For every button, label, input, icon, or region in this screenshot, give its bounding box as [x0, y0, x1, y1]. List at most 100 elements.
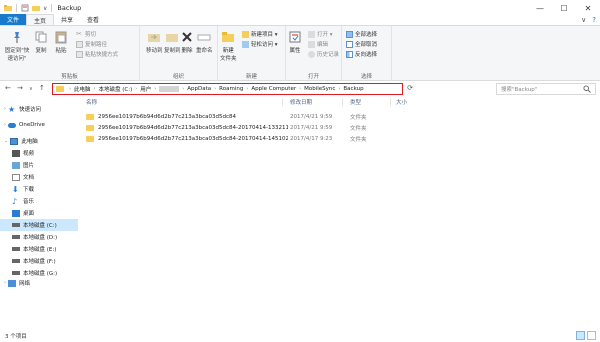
redacted-username[interactable]: [159, 86, 180, 92]
new-item-icon: [242, 30, 249, 38]
file-type: 文件夹: [350, 126, 367, 132]
nav-desktop[interactable]: 桌面: [0, 207, 78, 219]
nav-videos[interactable]: 视频: [0, 147, 78, 159]
chevron-right-icon: ›: [135, 86, 138, 92]
large-icons-view-icon[interactable]: [587, 331, 596, 340]
select-all-icon: [346, 30, 353, 38]
copy-to-button[interactable]: 复制到: [164, 30, 181, 54]
column-header-size[interactable]: 大小: [396, 97, 407, 107]
copy-path-button[interactable]: 复制路径: [76, 40, 107, 48]
back-arrow-icon[interactable]: ←: [5, 84, 11, 92]
rename-button[interactable]: 重命名: [196, 30, 213, 54]
column-divider[interactable]: [390, 98, 391, 106]
folder-icon: [4, 5, 12, 11]
open-button[interactable]: 打开 ▾: [308, 30, 333, 38]
open-group: 属性 打开 ▾ 编辑 历史记录 打开: [286, 26, 342, 82]
history-button[interactable]: 历史记录: [308, 50, 339, 58]
file-name: 2956ee10197b6b94d6d2b77c213a3bca03d5dc84…: [98, 125, 288, 131]
breadcrumb-mobilesync[interactable]: MobileSync: [304, 86, 335, 92]
nav-this-pc[interactable]: ⌄ 此电脑: [0, 135, 78, 147]
file-row[interactable]: 2956ee10197b6b94d6d2b77c213a3bca03d5dc84…: [86, 134, 426, 144]
column-divider[interactable]: [342, 98, 343, 106]
nav-drive-e[interactable]: 本地磁盘 (E:): [0, 243, 78, 255]
copy-button[interactable]: 复制: [34, 30, 48, 54]
select-none-button[interactable]: 全部取消: [346, 40, 377, 48]
column-header-type[interactable]: 类型: [350, 97, 361, 107]
details-view-icon[interactable]: [576, 331, 585, 340]
search-input[interactable]: 搜索"Backup": [496, 83, 596, 95]
chevron-right-icon[interactable]: ›: [4, 106, 6, 112]
file-row[interactable]: 2956ee10197b6b94d6d2b77c213a3bca03d5dc84…: [86, 112, 426, 122]
window-title: Backup: [57, 4, 82, 12]
address-bar[interactable]: › 此电脑 › 本地磁盘 (C:) › 用户 › › AppData › Roa…: [52, 83, 403, 95]
quick-access-toolbar: ∨: [0, 4, 53, 12]
cut-button[interactable]: ✂ 剪切: [76, 30, 96, 38]
nav-drive-c[interactable]: 本地磁盘 (C:): [0, 219, 78, 231]
group-label: 剪贴板: [61, 74, 78, 80]
new-folder-icon[interactable]: [32, 4, 40, 12]
help-icon[interactable]: ?: [592, 16, 596, 24]
open-icon: [308, 30, 315, 38]
collapse-ribbon-icon[interactable]: ∨: [581, 16, 586, 24]
group-label: 组织: [172, 74, 184, 80]
breadcrumb-backup[interactable]: Backup: [343, 86, 363, 92]
copy-icon: [35, 31, 47, 43]
tab-home[interactable]: 主页: [26, 14, 55, 25]
column-divider[interactable]: [282, 98, 283, 106]
drive-icon: [12, 235, 20, 239]
up-arrow-icon[interactable]: ↑: [39, 84, 45, 92]
tab-view[interactable]: 查看: [80, 14, 106, 25]
properties-icon[interactable]: [21, 4, 29, 12]
chevron-right-icon[interactable]: ›: [4, 122, 6, 128]
paste-shortcut-button[interactable]: 粘贴快捷方式: [76, 50, 118, 58]
file-type: 文件夹: [350, 137, 367, 143]
chevron-right-icon[interactable]: ›: [4, 280, 6, 286]
drive-icon: [12, 247, 20, 251]
edit-button[interactable]: 编辑: [308, 40, 328, 48]
cloud-icon: [8, 122, 16, 128]
nav-network[interactable]: › 网络: [0, 277, 78, 289]
nav-pictures[interactable]: 图片: [0, 159, 78, 171]
recent-locations-icon[interactable]: ∨: [29, 86, 33, 92]
new-folder-button[interactable]: 新建 文件夹: [220, 30, 237, 62]
tab-file[interactable]: 文件: [0, 14, 27, 25]
select-all-button[interactable]: 全部选择: [346, 30, 377, 38]
properties-button[interactable]: 属性: [288, 30, 302, 54]
group-label: 选择: [360, 74, 372, 80]
search-icon[interactable]: [583, 85, 591, 93]
chevron-down-icon[interactable]: ⌄: [4, 138, 8, 144]
nav-downloads[interactable]: ⬇ 下载: [0, 183, 78, 195]
file-row[interactable]: 2956ee10197b6b94d6d2b77c213a3bca03d5dc84…: [86, 123, 426, 133]
invert-selection-button[interactable]: 反向选择: [346, 50, 377, 58]
folder-icon: [56, 86, 64, 92]
forward-arrow-icon[interactable]: →: [17, 84, 23, 92]
nav-music[interactable]: ♪ 音乐: [0, 195, 78, 207]
nav-drive-d[interactable]: 本地磁盘 (D:): [0, 231, 78, 243]
file-name: 2956ee10197b6b94d6d2b77c213a3bca03d5dc84: [98, 114, 236, 120]
tab-share[interactable]: 共享: [54, 14, 80, 25]
breadcrumb-apple-computer[interactable]: Apple Computer: [251, 86, 296, 92]
nav-documents[interactable]: 文档: [0, 171, 78, 183]
new-item-button[interactable]: 新建项目 ▾: [242, 30, 278, 38]
paste-button[interactable]: 粘贴: [54, 30, 68, 54]
clipboard-icon: [55, 31, 67, 44]
refresh-icon[interactable]: ⟳: [404, 84, 416, 94]
breadcrumb-appdata[interactable]: AppData: [187, 86, 211, 92]
column-header-date[interactable]: 修改日期: [290, 97, 312, 107]
customize-toolbar-icon[interactable]: ∨: [43, 5, 47, 12]
breadcrumb-users[interactable]: 用户: [140, 85, 151, 93]
breadcrumb-drive-c[interactable]: 本地磁盘 (C:): [99, 85, 133, 93]
nav-onedrive[interactable]: › OneDrive: [0, 119, 78, 131]
delete-button[interactable]: 删除: [180, 30, 194, 54]
easy-access-button[interactable]: 轻松访问 ▾: [242, 40, 278, 48]
network-icon: [8, 279, 16, 287]
breadcrumb-this-pc[interactable]: 此电脑: [74, 85, 91, 93]
breadcrumb-roaming[interactable]: Roaming: [219, 86, 243, 92]
select-none-icon: [346, 40, 353, 48]
pin-quick-access-button[interactable]: 固定到"快 速访问": [4, 30, 30, 62]
nav-quick-access[interactable]: › ★ 快速访问: [0, 103, 78, 115]
folder-icon: [86, 125, 94, 131]
move-to-button[interactable]: 移动到: [146, 30, 163, 54]
nav-drive-f[interactable]: 本地磁盘 (F:): [0, 255, 78, 267]
column-header-name[interactable]: 名称: [86, 97, 97, 107]
